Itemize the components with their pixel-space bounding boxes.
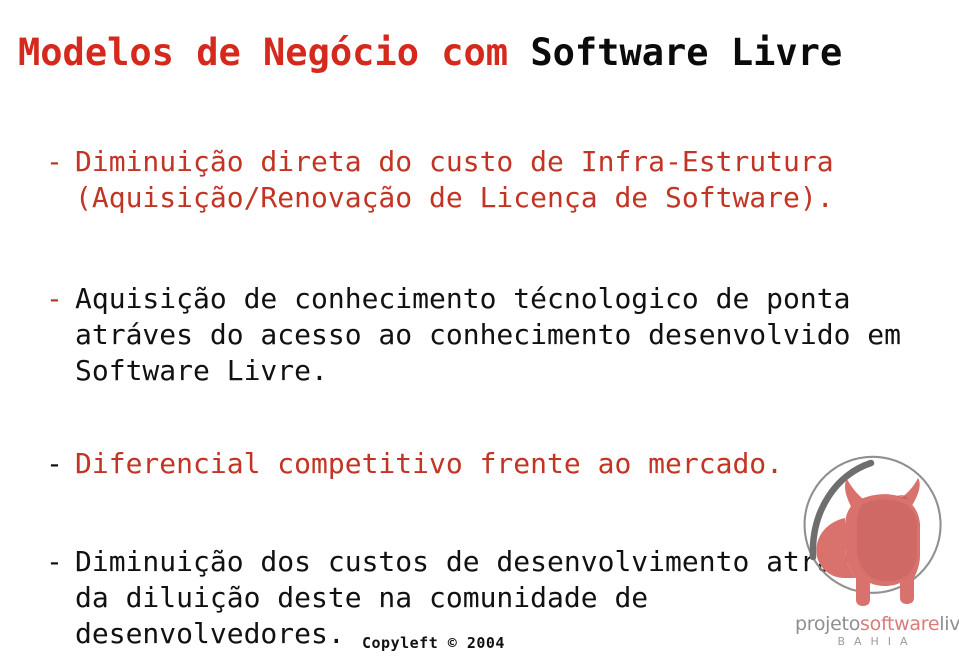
logo-subtitle: BAHIA xyxy=(837,635,917,648)
logo-wordmark: projetosoftwarelivre xyxy=(795,614,959,635)
slide-canvas: Modelos de Negócio com Software Livre - … xyxy=(0,0,959,660)
bullet-marker-icon: - xyxy=(46,145,63,178)
copyleft-notice: Copyleft © 2004 xyxy=(362,634,505,652)
bullet-text-1: Diminuição direta do custo de Infra-Estr… xyxy=(75,145,834,214)
logo-wordmark-software: software xyxy=(860,613,940,635)
bullet-item-1: - Diminuição direta do custo de Infra-Es… xyxy=(46,144,946,216)
bullet-text-2: Aquisição de conhecimento técnologico de… xyxy=(75,282,902,387)
bullet-marker-icon: - xyxy=(46,447,63,480)
slide-title-red-part: Modelos de Negócio com xyxy=(18,30,531,74)
logo-wordmark-livre: livre xyxy=(939,613,959,635)
bullet-marker-icon: - xyxy=(46,545,63,578)
bullet-item-2: - Aquisição de conhecimento técnologico … xyxy=(46,281,946,389)
slide-title-black-part: Software Livre xyxy=(530,30,843,74)
bullet-marker-icon: - xyxy=(46,282,63,315)
bull-in-circle-icon xyxy=(803,455,942,606)
slide-title: Modelos de Negócio com Software Livre xyxy=(18,27,842,79)
psl-bahia-logo: projetosoftwarelivre BAHIA xyxy=(793,452,959,660)
logo-wordmark-projeto: projeto xyxy=(795,613,861,635)
